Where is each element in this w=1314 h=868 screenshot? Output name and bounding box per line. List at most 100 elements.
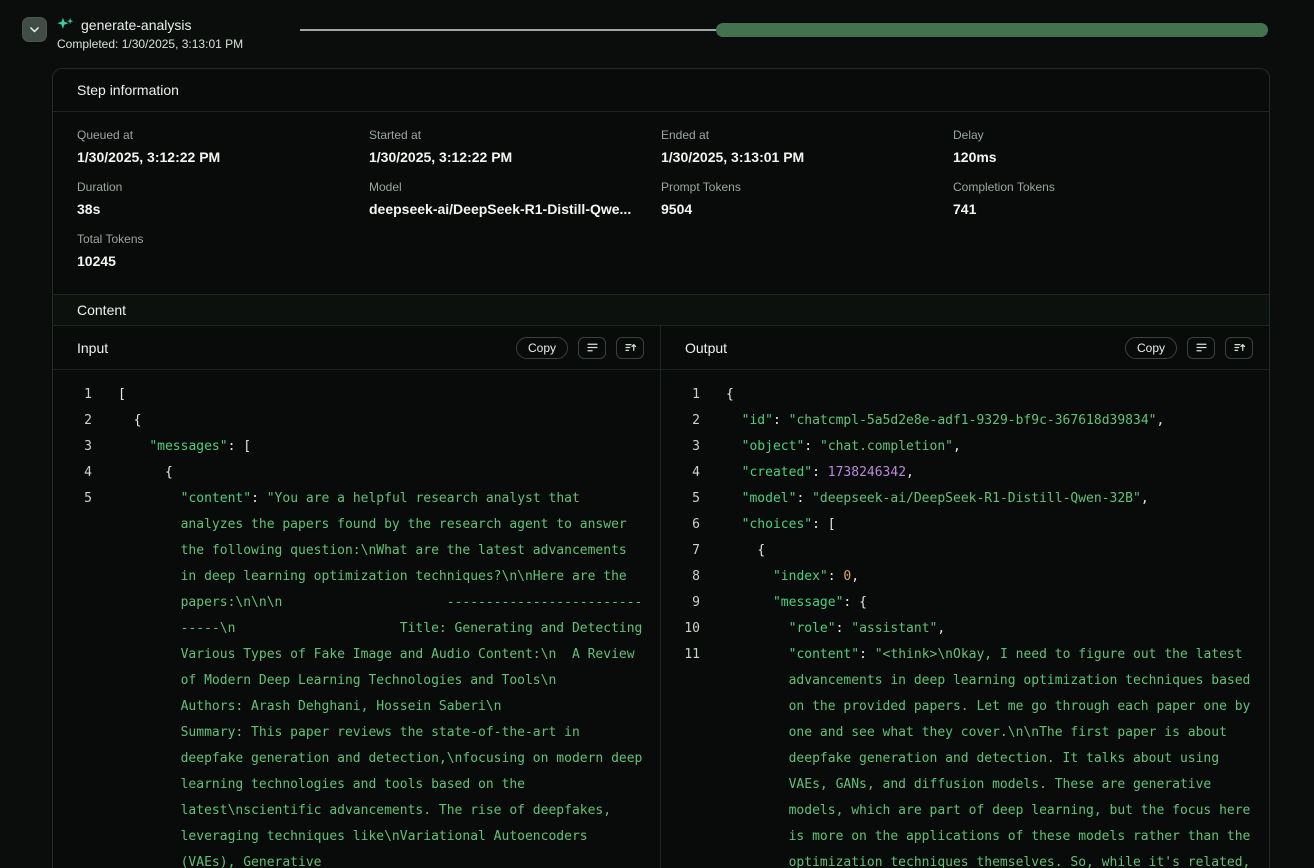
- lines-up-arrow-icon: [624, 341, 637, 354]
- line-number: 5: [661, 486, 700, 512]
- code-line: 11 "content": "<think>\nOkay, I need to …: [661, 642, 1255, 868]
- collapse-toggle-button[interactable]: [22, 17, 47, 42]
- info-field-value: deepseek-ai/DeepSeek-R1-Distill-Qwe...: [369, 200, 661, 218]
- input-code-viewer[interactable]: 1[2 {3 "messages": [4 {5 "content": "You…: [53, 370, 660, 868]
- line-number: 5: [53, 486, 92, 512]
- line-number: 3: [53, 434, 92, 460]
- timeline-track: [300, 16, 1268, 44]
- info-field-value: 10245: [77, 252, 369, 270]
- code-text: "index": 0,: [726, 564, 1254, 590]
- code-text: "model": "deepseek-ai/DeepSeek-R1-Distil…: [726, 486, 1254, 512]
- input-panel-header: Input Copy: [53, 326, 660, 370]
- info-field-label: Prompt Tokens: [661, 180, 953, 195]
- code-text: {: [726, 382, 1254, 408]
- wrap-text-button[interactable]: [578, 337, 606, 359]
- step-details-card: Step information Queued at1/30/2025, 3:1…: [52, 68, 1270, 868]
- info-field-label: Started at: [369, 128, 661, 143]
- step-title-block: generate-analysis Completed: 1/30/2025, …: [57, 15, 300, 51]
- code-line: 4 "created": 1738246342,: [661, 460, 1255, 486]
- line-number: 2: [661, 408, 700, 434]
- info-field-label: Model: [369, 180, 661, 195]
- timeline-duration-bar[interactable]: [716, 23, 1268, 37]
- code-text: [: [118, 382, 646, 408]
- copy-output-button[interactable]: Copy: [1125, 337, 1177, 359]
- info-field: Delay120ms: [953, 128, 1245, 166]
- line-number: 4: [661, 460, 700, 486]
- code-line: 7 {: [661, 538, 1255, 564]
- info-field: Model deepseek-ai/DeepSeek-R1-Distill-Qwe…: [369, 180, 661, 218]
- code-text: "message": {: [726, 590, 1254, 616]
- info-field-label: Total Tokens: [77, 232, 369, 247]
- info-field: Completion Tokens 741: [953, 180, 1245, 218]
- content-panels: Input Copy 1[2 {3 "messages":: [53, 326, 1269, 868]
- output-code-viewer[interactable]: 1{2 "id": "chatcmpl-5a5d2e8e-adf1-9329-b…: [661, 370, 1269, 868]
- code-text: "content": "You are a helpful research a…: [118, 486, 646, 868]
- step-info-grid: Queued at1/30/2025, 3:12:22 PMStarted at…: [53, 112, 1269, 294]
- code-line: 1{: [661, 382, 1255, 408]
- code-line: 5 "content": "You are a helpful research…: [53, 486, 646, 868]
- code-text: "object": "chat.completion",: [726, 434, 1254, 460]
- code-line: 4 {: [53, 460, 646, 486]
- output-panel: Output Copy 1{2 "id": "chatcmpl-: [661, 326, 1269, 868]
- info-field-label: Queued at: [77, 128, 369, 143]
- completed-timestamp: Completed: 1/30/2025, 3:13:01 PM: [57, 37, 300, 51]
- input-panel-actions: Copy: [516, 337, 644, 359]
- step-information-header: Step information: [53, 69, 1269, 112]
- scroll-to-top-button[interactable]: [616, 337, 644, 359]
- input-panel: Input Copy 1[2 {3 "messages":: [53, 326, 661, 868]
- scroll-to-top-button[interactable]: [1225, 337, 1253, 359]
- info-field: Ended at1/30/2025, 3:13:01 PM: [661, 128, 953, 166]
- output-panel-title: Output: [685, 340, 727, 356]
- line-number: 3: [661, 434, 700, 460]
- line-number: 2: [53, 408, 92, 434]
- code-text: "content": "<think>\nOkay, I need to fig…: [726, 642, 1254, 868]
- code-text: "created": 1738246342,: [726, 460, 1254, 486]
- code-line: 10 "role": "assistant",: [661, 616, 1255, 642]
- step-information-title: Step information: [77, 82, 179, 98]
- info-field-label: Completion Tokens: [953, 180, 1245, 195]
- info-field-label: Delay: [953, 128, 1245, 143]
- line-number: 8: [661, 564, 700, 590]
- content-title: Content: [77, 302, 126, 318]
- line-number: 1: [53, 382, 92, 408]
- code-line: 3 "object": "chat.completion",: [661, 434, 1255, 460]
- line-number: 1: [661, 382, 700, 408]
- copy-input-button[interactable]: Copy: [516, 337, 568, 359]
- info-field: Prompt Tokens 9504: [661, 180, 953, 218]
- line-number: 4: [53, 460, 92, 486]
- input-panel-title: Input: [77, 340, 108, 356]
- step-title: generate-analysis: [81, 17, 192, 33]
- code-line: 2 "id": "chatcmpl-5a5d2e8e-adf1-9329-bf9…: [661, 408, 1255, 434]
- line-number: 9: [661, 590, 700, 616]
- code-text: "id": "chatcmpl-5a5d2e8e-adf1-9329-bf9c-…: [726, 408, 1254, 434]
- info-field: Total Tokens 10245: [77, 232, 369, 270]
- chevron-down-icon: [28, 23, 41, 36]
- output-panel-header: Output Copy: [661, 326, 1269, 370]
- wrap-text-icon: [586, 341, 599, 354]
- code-line: 1[: [53, 382, 646, 408]
- trace-header: generate-analysis Completed: 1/30/2025, …: [0, 0, 1314, 68]
- line-number: 11: [661, 642, 700, 668]
- info-field: Started at 1/30/2025, 3:12:22 PM: [369, 128, 661, 166]
- code-text: "choices": [: [726, 512, 1254, 538]
- code-text: {: [726, 538, 1254, 564]
- info-field: Queued at1/30/2025, 3:12:22 PM: [77, 128, 369, 166]
- info-field-value: 1/30/2025, 3:13:01 PM: [661, 148, 953, 166]
- code-line: 3 "messages": [: [53, 434, 646, 460]
- wrap-text-button[interactable]: [1187, 337, 1215, 359]
- code-text: {: [118, 408, 646, 434]
- sparkle-icon: [57, 16, 74, 33]
- info-field-value: 1/30/2025, 3:12:22 PM: [369, 148, 661, 166]
- code-line: 5 "model": "deepseek-ai/DeepSeek-R1-Dist…: [661, 486, 1255, 512]
- code-text: {: [118, 460, 646, 486]
- info-field-value: 9504: [661, 200, 953, 218]
- timeline-offset-line: [300, 29, 716, 31]
- line-number: 10: [661, 616, 700, 642]
- code-line: 8 "index": 0,: [661, 564, 1255, 590]
- info-field: Duration38s: [77, 180, 369, 218]
- code-line: 2 {: [53, 408, 646, 434]
- content-section-header: Content: [53, 294, 1269, 326]
- info-field-label: Duration: [77, 180, 369, 195]
- code-line: 6 "choices": [: [661, 512, 1255, 538]
- info-field-value: 741: [953, 200, 1245, 218]
